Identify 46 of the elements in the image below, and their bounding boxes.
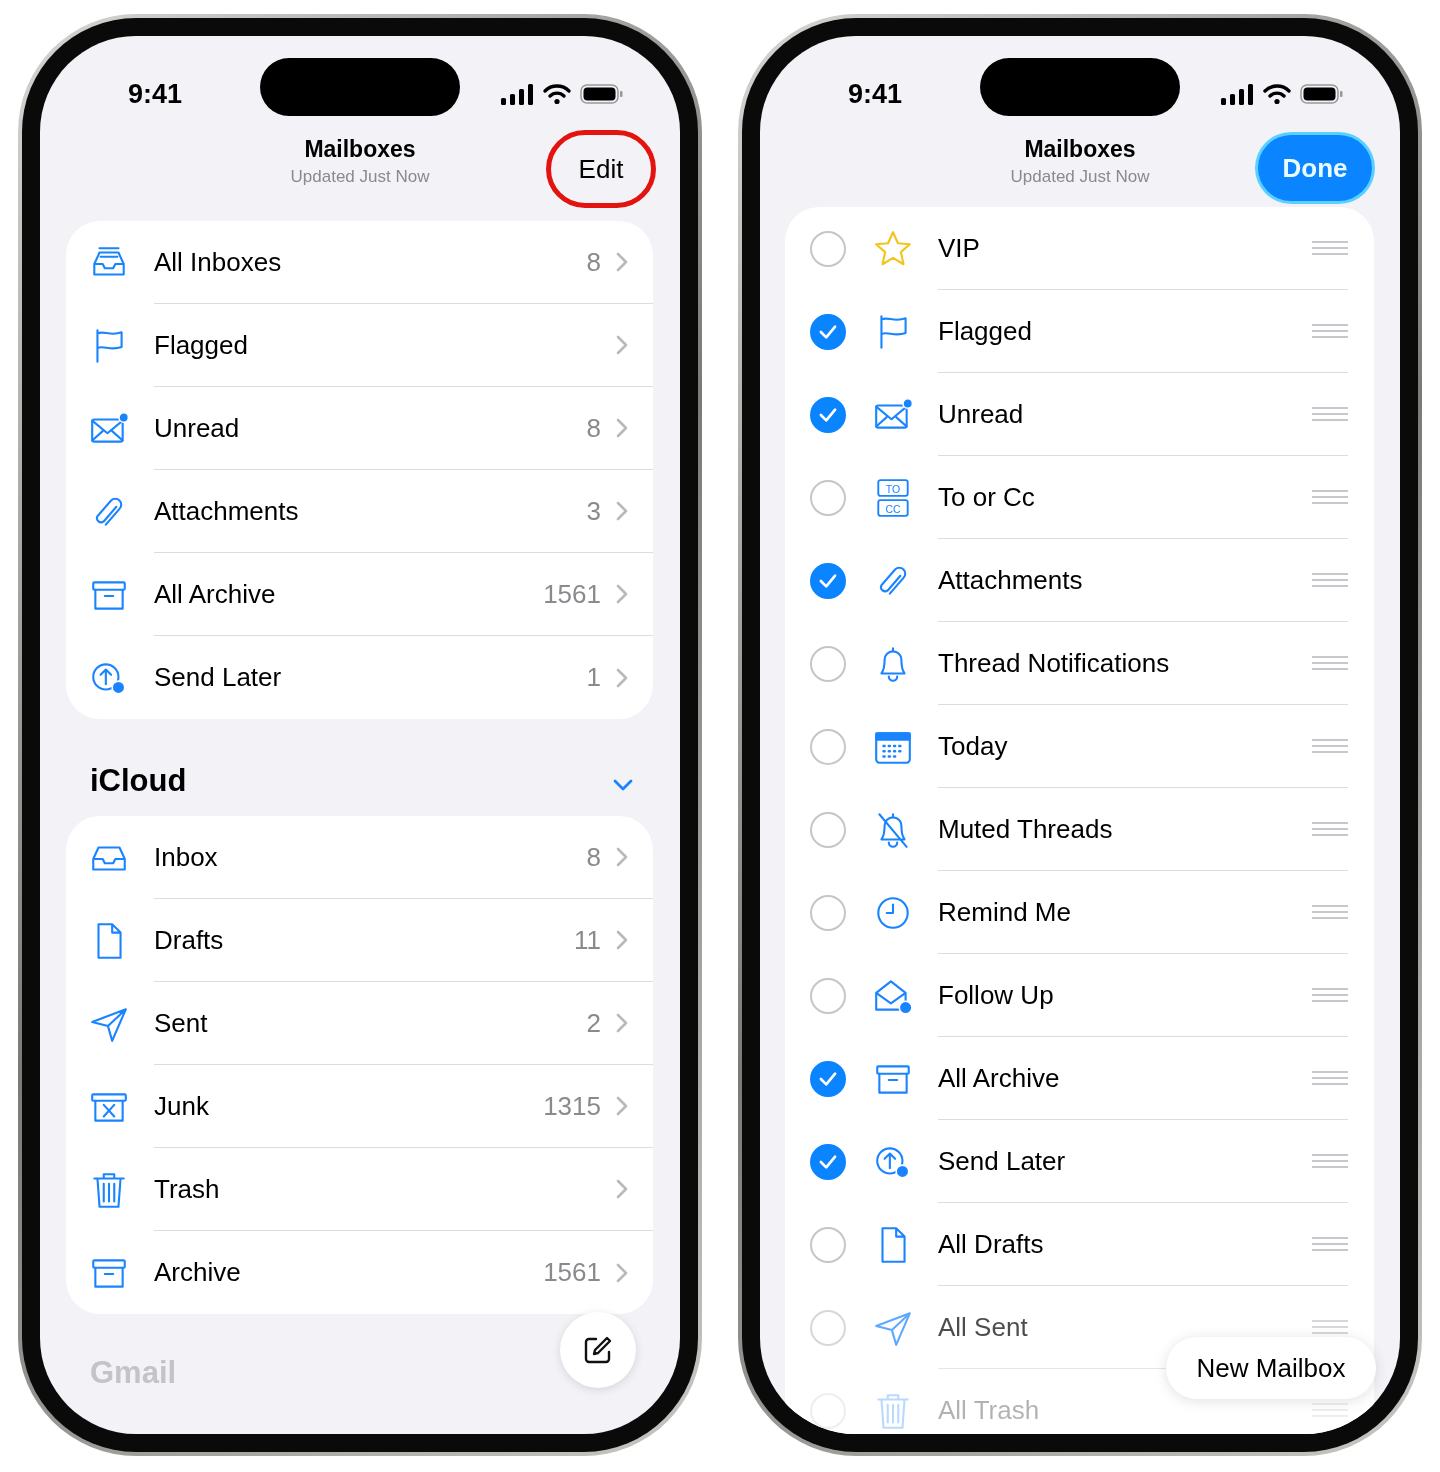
- mailbox-label: Send Later: [154, 661, 283, 694]
- mailbox-label: Muted Threads: [938, 812, 1114, 846]
- header-subtitle: Updated Just Now: [1010, 165, 1150, 188]
- section-title: iCloud: [90, 761, 187, 800]
- mailbox-label: VIP: [938, 231, 981, 265]
- mailbox-label: All Sent: [938, 1310, 1029, 1344]
- mailbox-label: Junk: [154, 1089, 210, 1123]
- mailbox-label: Follow Up: [938, 978, 1055, 1012]
- mailbox-label: All Trash: [938, 1393, 1041, 1427]
- mailbox-label: All Drafts: [938, 1227, 1045, 1261]
- mailbox-label: Today: [938, 729, 1009, 763]
- header-title: Mailboxes: [1024, 136, 1136, 164]
- mailbox-label: All Inboxes: [154, 245, 283, 279]
- mailbox-label: All Archive: [938, 1061, 1061, 1095]
- mail-count: 8: [586, 411, 601, 445]
- mail-count: 8: [586, 840, 601, 874]
- mailbox-label: Thread Notifications: [938, 646, 1171, 680]
- mail-count: 1315: [543, 1089, 601, 1123]
- mailbox-label: Inbox: [154, 840, 219, 874]
- status-time: 9:41: [848, 77, 903, 111]
- status-time: 9:41: [128, 77, 183, 111]
- mail-count: 11: [574, 923, 601, 957]
- mailbox-label: All Archive: [154, 577, 277, 611]
- mail-count: 1561: [543, 1256, 601, 1289]
- edit-button[interactable]: Edit: [546, 130, 656, 208]
- mail-count: 3: [586, 494, 601, 528]
- mail-count: 8: [586, 245, 601, 279]
- mailbox-label: Sent: [154, 1006, 209, 1040]
- header-subtitle: Updated Just Now: [290, 165, 430, 188]
- mailbox-label: Unread: [938, 397, 1025, 431]
- mailbox-label: Unread: [154, 411, 241, 445]
- mailbox-label: Attachments: [154, 494, 300, 528]
- mailbox-label: Drafts: [154, 923, 225, 957]
- mailbox-label: Archive: [154, 1256, 242, 1289]
- mail-count: 2: [586, 1006, 601, 1040]
- mailbox-label: Send Later: [938, 1144, 1067, 1178]
- mailbox-label: To or Cc: [938, 480, 1036, 514]
- mailbox-label: Trash: [154, 1172, 221, 1206]
- header-title: Mailboxes: [304, 136, 416, 164]
- mailbox-label: Flagged: [938, 314, 1033, 348]
- mailbox-label: Flagged: [154, 328, 249, 362]
- mailbox-label: Attachments: [938, 563, 1084, 597]
- mail-count: 1: [586, 661, 601, 694]
- mail-count: 1561: [543, 577, 601, 611]
- mailbox-label: Remind Me: [938, 895, 1072, 929]
- new-mailbox-button[interactable]: New Mailbox: [1166, 1337, 1376, 1399]
